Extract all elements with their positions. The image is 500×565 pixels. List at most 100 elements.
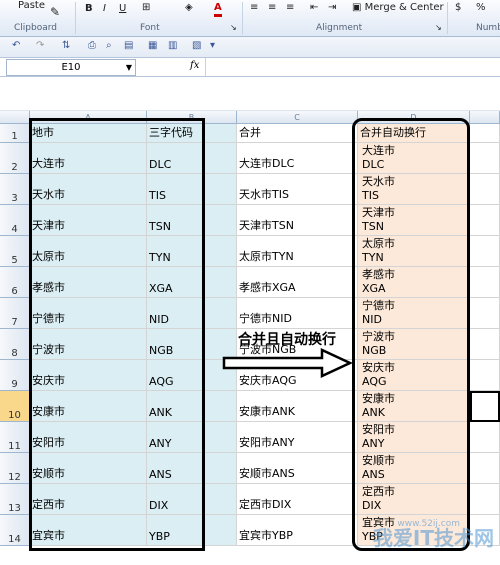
cell-d8[interactable]: 宁波市 NGB [358,329,470,360]
row-header[interactable]: 10 [0,391,30,422]
cell-e7[interactable] [470,298,500,329]
borders-icon[interactable]: ⊞ [142,2,150,14]
cell-a2[interactable]: 大连市 [30,143,147,174]
cell-a1[interactable]: 地市 [30,124,147,143]
format-painter-icon[interactable]: ✎ [50,6,60,18]
cell-a3[interactable]: 天水市 [30,174,147,205]
column-header-corner[interactable] [0,111,30,124]
cell-b11[interactable]: ANY [147,422,237,453]
cell-b12[interactable]: ANS [147,453,237,484]
cell-d12[interactable]: 安顺市 ANS [358,453,470,484]
merge-center-button[interactable]: ▣ Merge & Center [352,2,444,14]
cell-e11[interactable] [470,422,500,453]
cell-a8[interactable]: 宁波市 [30,329,147,360]
align-left-icon[interactable]: ≡ [250,2,258,14]
row-header[interactable]: 14 [0,515,30,546]
preview-icon[interactable]: ⌕ [106,40,112,51]
dialog-launcher-icon[interactable]: ↘ [435,22,442,34]
cell-e1[interactable] [470,124,500,143]
column-header-a[interactable]: A [30,111,147,124]
cell-b1[interactable]: 三字代码 [147,124,237,143]
align-right-icon[interactable]: ≡ [286,2,294,14]
fx-icon[interactable]: fx [190,60,199,71]
cell-a13[interactable]: 定西市 [30,484,147,515]
cell-b5[interactable]: TYN [147,236,237,267]
cell-b13[interactable]: DIX [147,484,237,515]
italic-button[interactable]: I [103,3,106,15]
cell-d9[interactable]: 安庆市 AQG [358,360,470,391]
customize-icon[interactable]: ▾ [210,40,215,51]
cell-d6[interactable]: 孝感市 XGA [358,267,470,298]
row-header[interactable]: 6 [0,267,30,298]
cell-e10[interactable] [470,391,500,422]
align-center-icon[interactable]: ≡ [268,2,276,14]
chevron-down-icon[interactable]: ▼ [126,60,132,75]
row-header[interactable]: 4 [0,205,30,236]
cell-d7[interactable]: 宁德市 NID [358,298,470,329]
redo-icon[interactable]: ↷ [36,40,44,51]
cell-d10[interactable]: 安康市 ANK [358,391,470,422]
cell-c5[interactable]: 太原市TYN [237,236,358,267]
sort-icon[interactable]: ⇅ [62,40,70,51]
underline-button[interactable]: U [119,3,126,15]
cell-c2[interactable]: 大连市DLC [237,143,358,174]
column-header-b[interactable]: B [147,111,237,124]
row-header[interactable]: 2 [0,143,30,174]
cell-d3[interactable]: 天水市 TIS [358,174,470,205]
cell-d2[interactable]: 大连市 DLC [358,143,470,174]
cell-c14[interactable]: 宜宾市YBP [237,515,358,546]
cell-c10[interactable]: 安康市ANK [237,391,358,422]
table-icon[interactable]: ▦ [148,40,157,51]
cell-a4[interactable]: 天津市 [30,205,147,236]
row-header[interactable]: 5 [0,236,30,267]
cell-a11[interactable]: 安阳市 [30,422,147,453]
cell-d4[interactable]: 天津市 TSN [358,205,470,236]
currency-button[interactable]: $ [455,2,461,14]
print-icon[interactable]: ⎙ [88,40,96,51]
cell-c1[interactable]: 合并 [237,124,358,143]
row-header[interactable]: 11 [0,422,30,453]
cell-a7[interactable]: 宁德市 [30,298,147,329]
indent-icon[interactable]: ⇤ [310,2,318,14]
cell-e3[interactable] [470,174,500,205]
cell-b2[interactable]: DLC [147,143,237,174]
cell-a10[interactable]: 安康市 [30,391,147,422]
row-header[interactable]: 1 [0,124,30,143]
cell-d1[interactable]: 合并自动换行 [358,124,470,143]
cell-b10[interactable]: ANK [147,391,237,422]
cell-a12[interactable]: 安顺市 [30,453,147,484]
cell-c13[interactable]: 定西市DIX [237,484,358,515]
cell-b3[interactable]: TIS [147,174,237,205]
open-icon[interactable]: ▤ [124,40,133,51]
cell-c12[interactable]: 安顺市ANS [237,453,358,484]
cell-e4[interactable] [470,205,500,236]
cell-b7[interactable]: NID [147,298,237,329]
cell-c7[interactable]: 宁德市NID [237,298,358,329]
row-header[interactable]: 7 [0,298,30,329]
undo-icon[interactable]: ↶ [12,40,20,51]
cell-e2[interactable] [470,143,500,174]
row-header[interactable]: 12 [0,453,30,484]
cell-a5[interactable]: 太原市 [30,236,147,267]
cell-b6[interactable]: XGA [147,267,237,298]
bold-button[interactable]: B [85,3,93,15]
font-color-button[interactable]: A [214,2,222,17]
cell-b4[interactable]: TSN [147,205,237,236]
formula-input[interactable] [205,58,500,76]
fill-color-icon[interactable]: ◈ [185,2,193,14]
name-box[interactable]: E10 ▼ [6,59,136,76]
cell-e8[interactable] [470,329,500,360]
row-header[interactable]: 13 [0,484,30,515]
cell-a6[interactable]: 孝感市 [30,267,147,298]
row-header[interactable]: 3 [0,174,30,205]
dialog-launcher-icon[interactable]: ↘ [230,22,237,34]
cell-a14[interactable]: 宜宾市 [30,515,147,546]
column-header-c[interactable]: C [237,111,358,124]
cell-a9[interactable]: 安庆市 [30,360,147,391]
row-header[interactable]: 8 [0,329,30,360]
cell-b14[interactable]: YBP [147,515,237,546]
cell-e13[interactable] [470,484,500,515]
cell-d11[interactable]: 安阳市 ANY [358,422,470,453]
column-header-d[interactable]: D [358,111,470,124]
column-header-e[interactable] [470,111,500,124]
